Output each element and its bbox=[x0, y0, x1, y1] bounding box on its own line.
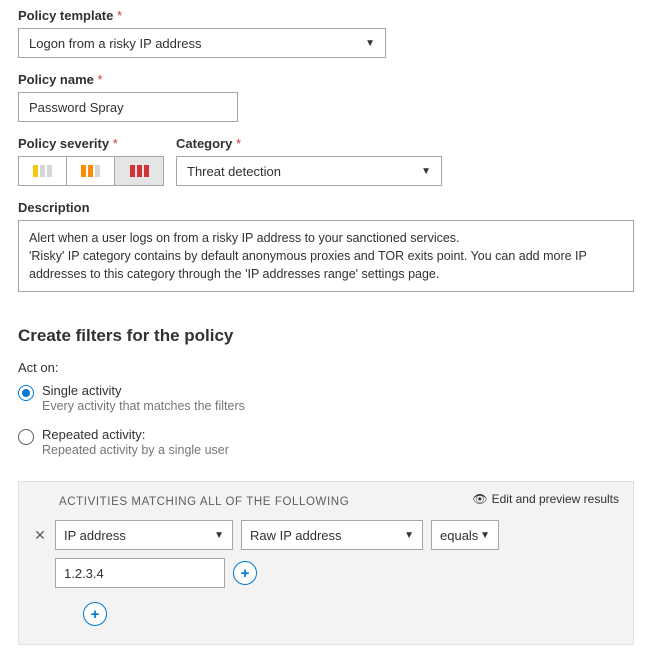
policy-template-label: Policy template * bbox=[18, 8, 634, 23]
severity-high[interactable] bbox=[115, 157, 163, 185]
policy-severity-label-text: Policy severity bbox=[18, 136, 109, 151]
category-label-text: Category bbox=[176, 136, 232, 151]
filter-operator-value: equals bbox=[440, 528, 478, 543]
add-filter-button[interactable]: + bbox=[83, 602, 107, 626]
policy-template-value: Logon from a risky IP address bbox=[29, 36, 201, 51]
severity-medium[interactable] bbox=[67, 157, 115, 185]
description-label-text: Description bbox=[18, 200, 90, 215]
opt-repeated-sub: Repeated activity by a single user bbox=[42, 443, 229, 457]
eye-icon: 👁 bbox=[472, 492, 487, 506]
add-value-button[interactable]: + bbox=[233, 561, 257, 585]
opt-single-title: Single activity bbox=[42, 383, 245, 398]
policy-name-input[interactable] bbox=[18, 92, 238, 122]
chevron-down-icon: ▼ bbox=[214, 530, 224, 541]
policy-template-label-text: Policy template bbox=[18, 8, 113, 23]
filter-row: ✕ IP address ▼ Raw IP address ▼ equals ▼ bbox=[33, 520, 619, 550]
policy-name-label: Policy name * bbox=[18, 72, 634, 87]
act-on-single-activity[interactable]: Single activity Every activity that matc… bbox=[18, 383, 634, 413]
description-label: Description bbox=[18, 200, 634, 215]
act-on-label: Act on: bbox=[18, 360, 634, 375]
opt-single-sub: Every activity that matches the filters bbox=[42, 399, 245, 413]
filter-field1-value: IP address bbox=[64, 528, 126, 543]
chevron-down-icon: ▼ bbox=[480, 530, 490, 541]
severity-low[interactable] bbox=[19, 157, 67, 185]
filter-field-select[interactable]: IP address ▼ bbox=[55, 520, 233, 550]
filter-value-input[interactable]: 1.2.3.4 bbox=[55, 558, 225, 588]
category-value: Threat detection bbox=[187, 164, 281, 179]
description-line-1: Alert when a user logs on from a risky I… bbox=[29, 229, 623, 247]
filter-value-text: 1.2.3.4 bbox=[64, 566, 104, 581]
filter-panel: 👁 Edit and preview results ACTIVITIES MA… bbox=[18, 481, 634, 645]
plus-icon: + bbox=[91, 606, 100, 623]
policy-template-select[interactable]: Logon from a risky IP address ▼ bbox=[18, 28, 386, 58]
policy-severity-label: Policy severity * bbox=[18, 136, 164, 151]
filter-field2-value: Raw IP address bbox=[250, 528, 342, 543]
radio-icon bbox=[18, 385, 34, 401]
edit-preview-results-link[interactable]: 👁 Edit and preview results bbox=[472, 492, 619, 506]
description-textarea[interactable]: Alert when a user logs on from a risky I… bbox=[18, 220, 634, 292]
description-line-2: 'Risky' IP category contains by default … bbox=[29, 247, 623, 283]
filters-section-title: Create filters for the policy bbox=[18, 326, 634, 346]
radio-icon bbox=[18, 429, 34, 445]
act-on-repeated-activity[interactable]: Repeated activity: Repeated activity by … bbox=[18, 427, 634, 457]
chevron-down-icon: ▼ bbox=[365, 38, 375, 49]
preview-text: Edit and preview results bbox=[492, 492, 619, 506]
filter-subfield-select[interactable]: Raw IP address ▼ bbox=[241, 520, 423, 550]
severity-selector bbox=[18, 156, 164, 186]
filter-operator-select[interactable]: equals ▼ bbox=[431, 520, 499, 550]
chevron-down-icon: ▼ bbox=[404, 530, 414, 541]
opt-repeated-title: Repeated activity: bbox=[42, 427, 229, 442]
category-select[interactable]: Threat detection ▼ bbox=[176, 156, 442, 186]
chevron-down-icon: ▼ bbox=[421, 166, 431, 177]
plus-icon: + bbox=[241, 565, 250, 582]
remove-filter-button[interactable]: ✕ bbox=[33, 527, 47, 544]
policy-name-label-text: Policy name bbox=[18, 72, 94, 87]
category-label: Category * bbox=[176, 136, 442, 151]
